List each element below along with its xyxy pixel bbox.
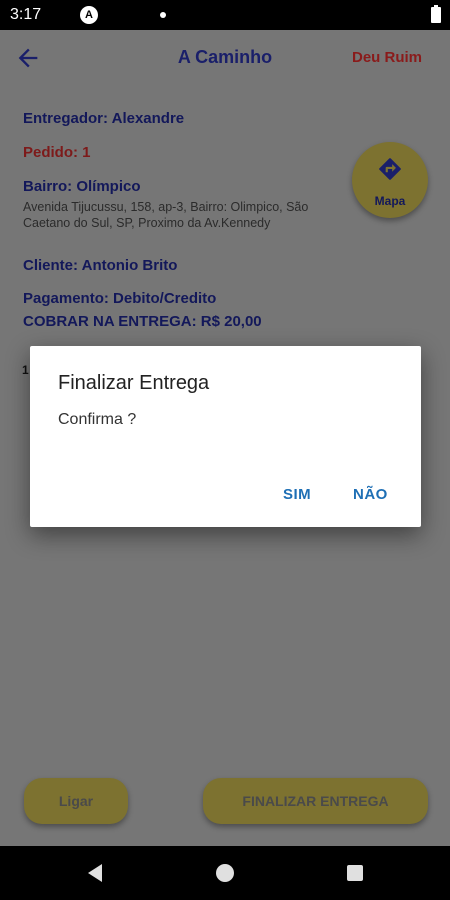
nao-button[interactable]: NÃO: [353, 486, 388, 503]
pagamento-label: Pagamento: Debito/Credito: [23, 290, 217, 307]
dialog-title: Finalizar Entrega: [58, 372, 210, 394]
deu-ruim-button[interactable]: Deu Ruim: [352, 49, 422, 66]
confirm-dialog: Finalizar Entrega Confirma ? SIM NÃO: [30, 346, 421, 527]
map-button[interactable]: Mapa: [352, 142, 428, 218]
bairro-label: Bairro: Olímpico: [23, 178, 141, 195]
cobrar-label: COBRAR NA ENTREGA: R$ 20,00: [23, 313, 262, 330]
nav-home-icon[interactable]: [216, 864, 234, 882]
status-time: 3:17: [10, 6, 42, 23]
nav-back-icon[interactable]: [86, 863, 104, 883]
sim-button[interactable]: SIM: [283, 486, 311, 503]
navigation-bar: [0, 846, 450, 900]
address-text: Avenida Tijucussu, 158, ap-3, Bairro: Ol…: [23, 200, 309, 230]
dialog-message: Confirma ?: [58, 411, 137, 428]
partial-text: 1: [22, 363, 29, 377]
nav-recents-icon[interactable]: [347, 865, 363, 881]
map-label: Mapa: [374, 194, 406, 208]
status-bar: 3:17 A: [0, 0, 450, 30]
cliente-label: Cliente: Antonio Brito: [23, 257, 178, 274]
entregador-label: Entregador: Alexandre: [23, 110, 185, 127]
finalizar-entrega-button[interactable]: FINALIZAR ENTREGA: [203, 778, 428, 824]
ligar-button[interactable]: Ligar: [24, 778, 128, 824]
app-bar: A Caminho Deu Ruim: [0, 30, 450, 86]
notification-icon: A: [80, 6, 98, 24]
notification-dot-icon: [160, 12, 166, 18]
battery-icon: [431, 5, 441, 23]
pedido-label: Pedido: 1: [23, 144, 91, 161]
directions-icon: [379, 158, 401, 180]
